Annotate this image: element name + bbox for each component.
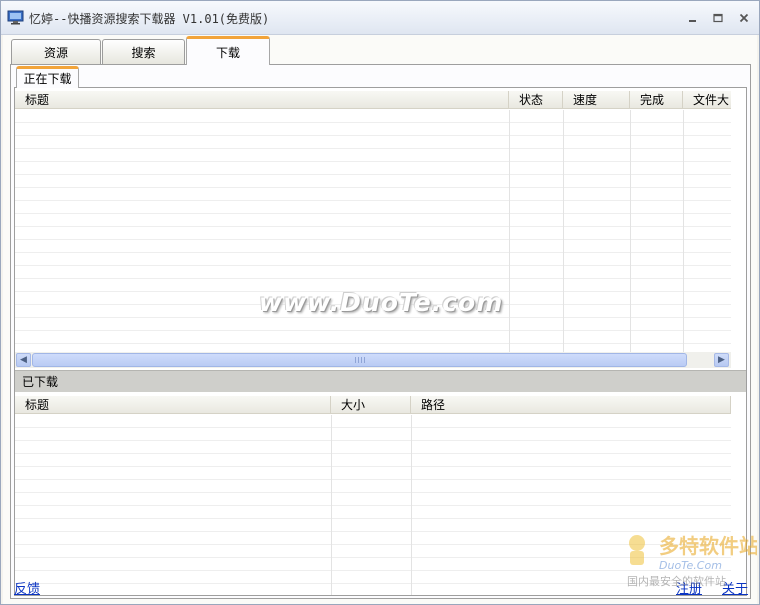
column-divider	[509, 110, 510, 352]
download-panel: 正在下载 标题 状态 速度 完成 文件大 ◀ ▶ 已下载 标题 大小 路径	[10, 64, 751, 599]
feedback-link[interactable]: 反馈	[14, 578, 40, 597]
chevron-left-icon: ◀	[20, 355, 27, 365]
downloading-list[interactable]	[15, 110, 731, 352]
column-size[interactable]: 大小	[331, 396, 411, 414]
tab-resources[interactable]: 资源	[11, 39, 101, 65]
column-file-size[interactable]: 文件大	[683, 91, 731, 109]
chevron-right-icon: ▶	[718, 355, 725, 365]
column-divider	[331, 415, 332, 595]
close-icon	[739, 13, 749, 23]
column-path[interactable]: 路径	[411, 396, 731, 414]
scroll-left-button[interactable]: ◀	[16, 353, 31, 367]
window-title: 忆婷--快播资源搜索下载器 V1.01(免费版)	[29, 12, 270, 26]
tab-download-label: 下载	[215, 45, 240, 60]
tab-downloading[interactable]: 正在下载	[16, 66, 79, 88]
client-area: 资源 搜索 下载 正在下载 标题 状态 速度 完成 文件大 ◀ ▶ 已下载 标题…	[3, 35, 757, 604]
column-divider	[411, 415, 412, 595]
maximize-icon	[713, 13, 723, 23]
column-divider	[630, 110, 631, 352]
tab-downloading-label: 正在下载	[23, 72, 72, 86]
register-link[interactable]: 注册	[676, 578, 702, 597]
close-button[interactable]	[737, 11, 751, 25]
minimize-button[interactable]	[686, 11, 700, 25]
tab-download[interactable]: 下载	[186, 36, 270, 65]
downloaded-section-header: 已下载	[15, 370, 746, 392]
downloaded-list[interactable]	[15, 415, 731, 595]
scroll-right-button[interactable]: ▶	[714, 353, 729, 367]
maximize-button[interactable]	[711, 11, 725, 25]
monitor-icon	[7, 10, 24, 25]
scroll-thumb[interactable]	[32, 353, 687, 367]
downloaded-list-header: 标题 大小 路径	[15, 396, 731, 414]
horizontal-scrollbar[interactable]: ◀ ▶	[15, 352, 731, 368]
downloading-panel: 标题 状态 速度 完成 文件大 ◀ ▶ 已下载 标题 大小 路径	[14, 87, 747, 596]
column-divider	[563, 110, 564, 352]
column-title[interactable]: 标题	[15, 91, 509, 109]
minimize-icon	[689, 20, 696, 22]
grip-icon	[354, 357, 365, 363]
tab-search[interactable]: 搜索	[102, 39, 185, 65]
app-window: 忆婷--快播资源搜索下载器 V1.01(免费版) 资源 搜索 下载 正在下载 标…	[0, 0, 760, 605]
title-bar: 忆婷--快播资源搜索下载器 V1.01(免费版)	[1, 1, 759, 35]
downloading-list-header: 标题 状态 速度 完成 文件大	[15, 91, 731, 109]
column-divider	[683, 110, 684, 352]
column-status[interactable]: 状态	[509, 91, 563, 109]
column-completed[interactable]: 完成	[630, 91, 683, 109]
tab-search-label: 搜索	[131, 46, 156, 60]
column-title[interactable]: 标题	[15, 396, 331, 414]
column-speed[interactable]: 速度	[563, 91, 630, 109]
about-link[interactable]: 关于	[722, 578, 748, 597]
tab-resources-label: 资源	[43, 46, 68, 60]
